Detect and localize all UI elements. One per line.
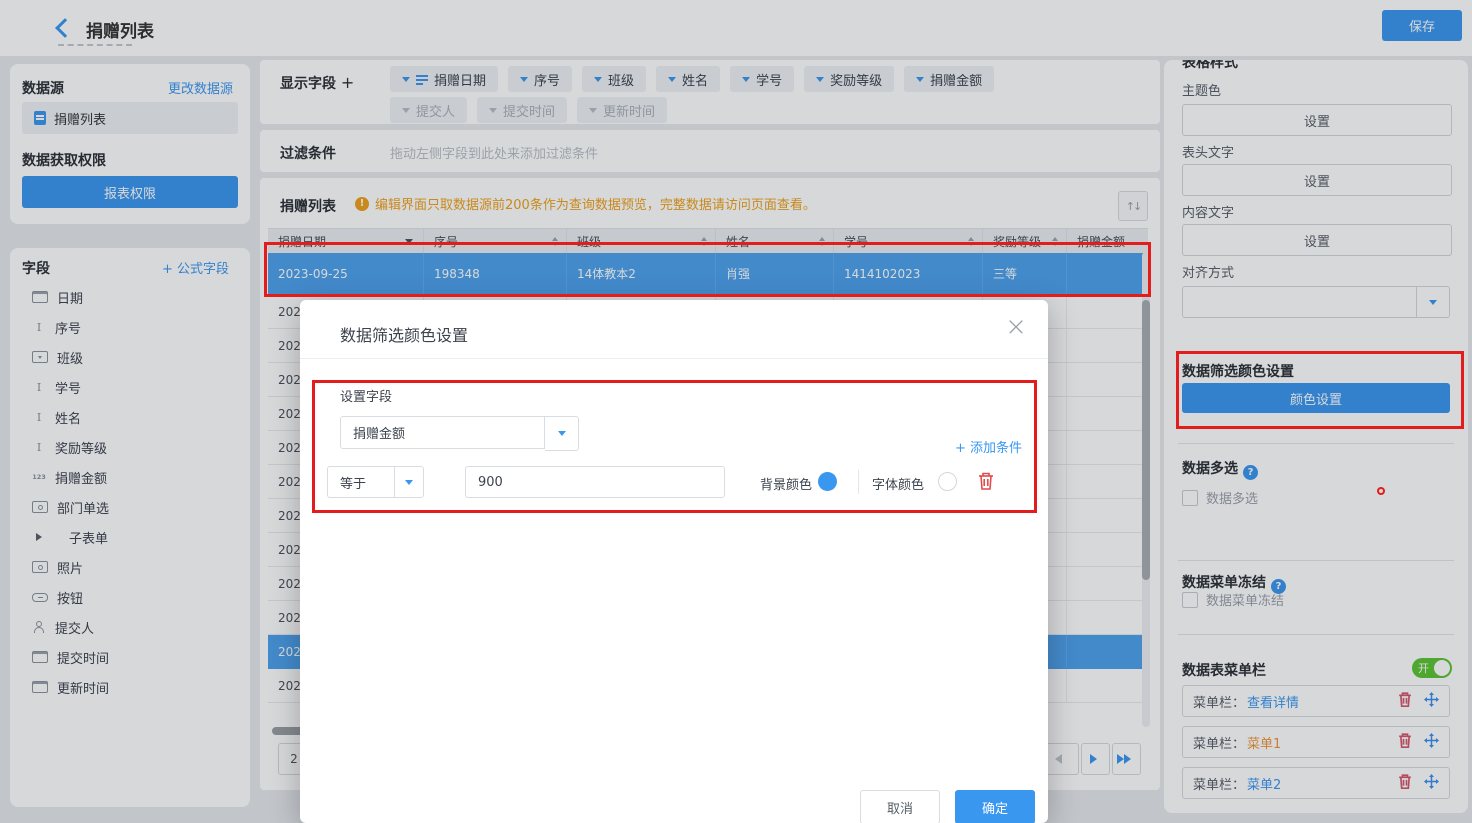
chevron-down-icon xyxy=(405,480,413,489)
operator-select[interactable]: 等于 xyxy=(327,466,424,498)
font-color-label: 字体颜色 xyxy=(872,474,924,493)
dialog-title: 数据筛选颜色设置 xyxy=(340,322,468,346)
operator-select-arrow[interactable] xyxy=(394,467,423,497)
field-select[interactable]: 捐赠金额 xyxy=(340,416,545,449)
set-field-label: 设置字段 xyxy=(340,386,392,405)
close-icon[interactable]: × xyxy=(1002,314,1030,342)
field-select-arrow[interactable] xyxy=(545,416,579,451)
report-builder-app: 捐赠列表 保存 数据源 更改数据源 捐赠列表 数据获取权限 报表权限 字段 + … xyxy=(0,0,1472,823)
chevron-down-icon xyxy=(558,431,566,440)
divider xyxy=(858,470,859,494)
filter-color-dialog: 数据筛选颜色设置 × 设置字段 捐赠金额 + 添加条件 等于 背景颜色 字体颜色… xyxy=(300,300,1048,823)
dialog-divider xyxy=(300,358,1048,359)
operator-value: 等于 xyxy=(340,473,366,492)
font-color-swatch[interactable] xyxy=(938,472,957,491)
delete-condition-button[interactable] xyxy=(978,472,994,494)
bg-color-swatch[interactable] xyxy=(818,472,837,491)
ok-button[interactable]: 确定 xyxy=(955,790,1035,823)
trash-icon xyxy=(978,472,994,490)
cancel-button[interactable]: 取消 xyxy=(860,790,940,823)
bg-color-label: 背景颜色 xyxy=(760,474,812,493)
condition-value-input[interactable] xyxy=(465,466,725,498)
add-condition-link[interactable]: + 添加条件 xyxy=(955,437,1022,456)
